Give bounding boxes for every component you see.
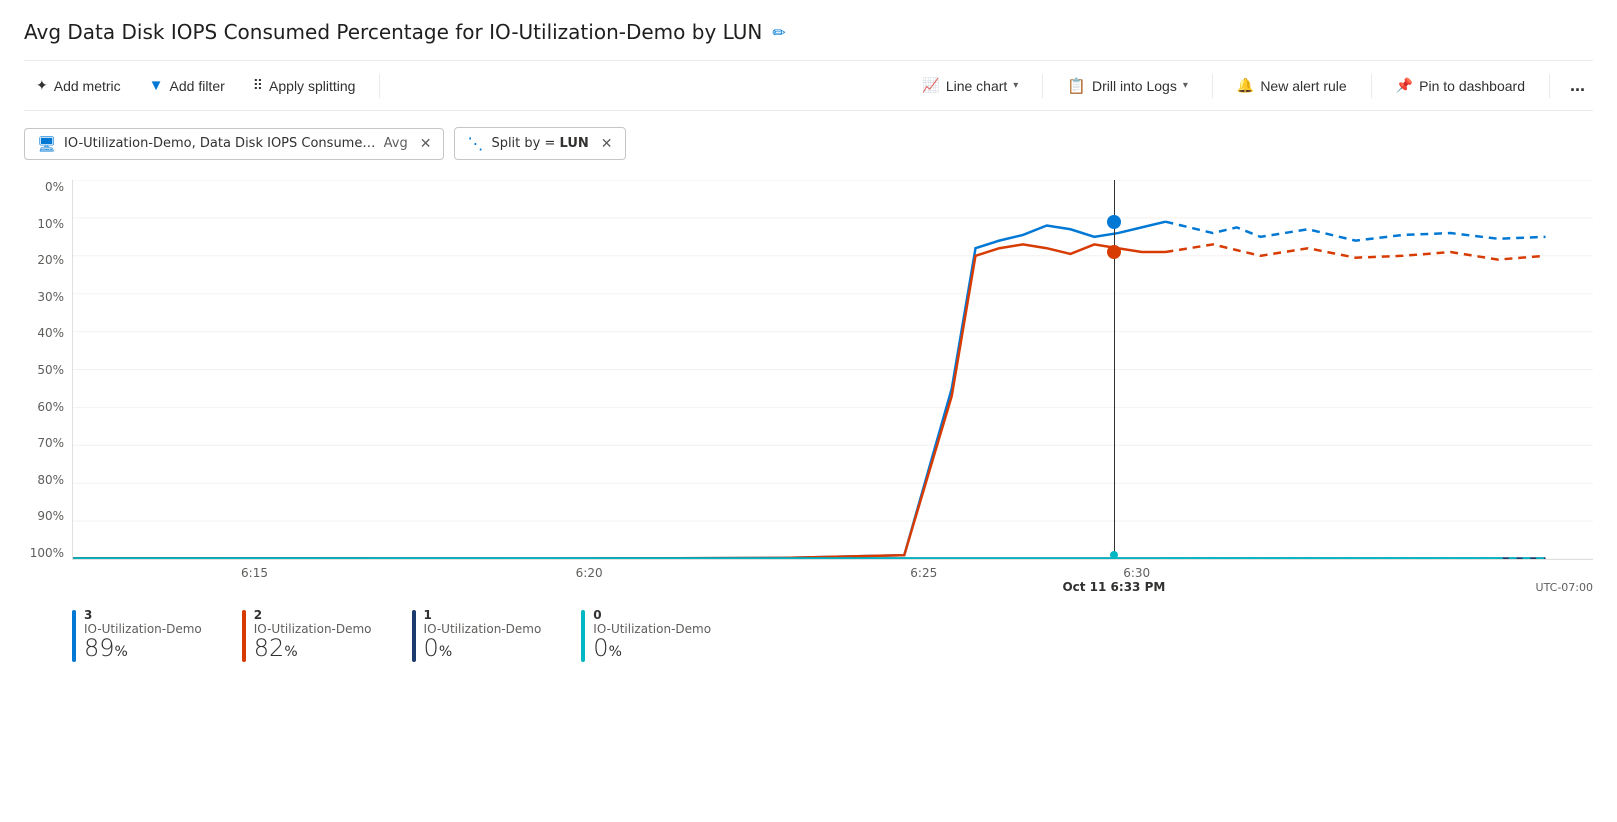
chart-container: 100% 90% 80% 70% 60% 50% 40% 30% 20% 10% 0% UTC-07… <box>24 180 1593 600</box>
y-axis-label: 40% <box>24 326 72 340</box>
y-axis-label: 80% <box>24 473 72 487</box>
new-alert-rule-button[interactable]: 🔔 New alert rule <box>1225 71 1359 100</box>
y-axis-label: 30% <box>24 290 72 304</box>
pin-to-dashboard-label: Pin to dashboard <box>1419 78 1525 94</box>
toolbar-right: 📈 Line chart ▾ 📋 Drill into Logs ▾ 🔔 New… <box>910 69 1593 102</box>
legend-item: 2 IO-Utilization-Demo 82% <box>242 608 372 662</box>
line-chart-icon: 📈 <box>922 77 939 94</box>
legend: 3 IO-Utilization-Demo 89% 2 IO-Utilizati… <box>24 608 1593 662</box>
y-axis: 100% 90% 80% 70% 60% 50% 40% 30% 20% 10% 0% <box>24 180 72 560</box>
line-chart-label: Line chart <box>946 78 1007 94</box>
legend-series-num: 1 <box>424 608 542 622</box>
legend-series-name: IO-Utilization-Demo <box>593 622 711 636</box>
y-axis-label: 90% <box>24 509 72 523</box>
pin-icon: 📌 <box>1396 77 1413 94</box>
toolbar-divider-4 <box>1371 74 1372 98</box>
drill-into-logs-label: Drill into Logs <box>1092 78 1177 94</box>
apply-splitting-label: Apply splitting <box>269 78 355 94</box>
split-chip-close[interactable]: ✕ <box>601 136 613 152</box>
legend-series-num: 0 <box>593 608 711 622</box>
toolbar-divider-1 <box>379 74 380 98</box>
metric-chip-text: IO-Utilization-Demo, Data Disk IOPS Cons… <box>64 136 408 151</box>
edit-icon[interactable]: ✏ <box>772 23 785 42</box>
more-icon: ... <box>1570 75 1585 96</box>
legend-color-bar <box>242 610 246 662</box>
chevron-down-icon: ▾ <box>1013 80 1018 91</box>
legend-unit: % <box>439 644 452 660</box>
legend-series-value: 89% <box>84 636 202 660</box>
add-filter-button[interactable]: ▼ Add filter <box>137 71 237 100</box>
page-title-text: Avg Data Disk IOPS Consumed Percentage f… <box>24 20 762 44</box>
legend-color-bar <box>72 610 76 662</box>
y-axis-label: 60% <box>24 400 72 414</box>
alert-icon: 🔔 <box>1237 77 1254 94</box>
legend-series-num: 3 <box>84 608 202 622</box>
y-axis-label: 0% <box>24 180 72 194</box>
add-filter-icon: ▼ <box>149 77 164 94</box>
y-axis-label: 50% <box>24 363 72 377</box>
more-options-button[interactable]: ... <box>1562 69 1593 102</box>
legend-series-value: 0% <box>593 636 711 660</box>
cursor-time-label: Oct 11 6:33 PM <box>1062 580 1165 594</box>
utc-label: UTC-07:00 <box>1536 581 1593 594</box>
apply-splitting-icon: ⠿ <box>253 77 263 94</box>
add-metric-label: Add metric <box>54 78 121 94</box>
legend-info: 2 IO-Utilization-Demo 82% <box>254 608 372 660</box>
x-axis-label: 6:20 <box>576 566 603 580</box>
line-chart-button[interactable]: 📈 Line chart ▾ <box>910 71 1030 100</box>
legend-item: 3 IO-Utilization-Demo 89% <box>72 608 202 662</box>
legend-unit: % <box>284 644 297 660</box>
x-axis: UTC-07:00 6:15 6:20 6:25 6:30Oct 11 6:33 PM <box>72 560 1593 600</box>
chevron-down-icon-2: ▾ <box>1183 80 1188 91</box>
metric-filter-chip[interactable]: 🖥 IO-Utilization-Demo, Data Disk IOPS Co… <box>24 128 444 160</box>
toolbar-divider-2 <box>1042 74 1043 98</box>
tooltip-dot-blue <box>1107 215 1121 229</box>
legend-info: 1 IO-Utilization-Demo 0% <box>424 608 542 660</box>
filter-bar: 🖥 IO-Utilization-Demo, Data Disk IOPS Co… <box>24 127 1593 160</box>
split-icon: ⋱ <box>467 134 483 153</box>
x-axis-label: 6:15 <box>241 566 268 580</box>
legend-info: 0 IO-Utilization-Demo 0% <box>593 608 711 660</box>
legend-color-bar <box>581 610 585 662</box>
tooltip-dot-orange <box>1107 245 1121 259</box>
legend-series-num: 2 <box>254 608 372 622</box>
toolbar-divider-5 <box>1549 74 1550 98</box>
chart-svg <box>73 180 1593 559</box>
split-chip-text: Split by = LUN <box>491 136 588 151</box>
legend-info: 3 IO-Utilization-Demo 89% <box>84 608 202 660</box>
metric-chip-close[interactable]: ✕ <box>420 136 432 152</box>
legend-unit: % <box>609 644 622 660</box>
legend-color-bar <box>412 610 416 662</box>
legend-item: 1 IO-Utilization-Demo 0% <box>412 608 542 662</box>
y-axis-label: 70% <box>24 436 72 450</box>
x-axis-label: 6:30 <box>1123 566 1150 580</box>
drill-into-logs-button[interactable]: 📋 Drill into Logs ▾ <box>1055 71 1200 101</box>
pin-to-dashboard-button[interactable]: 📌 Pin to dashboard <box>1384 71 1537 100</box>
add-metric-button[interactable]: ✦ Add metric <box>24 71 133 100</box>
add-filter-label: Add filter <box>170 78 225 94</box>
y-axis-label: 100% <box>24 546 72 560</box>
drill-logs-icon: 📋 <box>1067 77 1086 95</box>
y-axis-label: 10% <box>24 217 72 231</box>
legend-series-name: IO-Utilization-Demo <box>424 622 542 636</box>
new-alert-rule-label: New alert rule <box>1260 78 1346 94</box>
legend-series-value: 82% <box>254 636 372 660</box>
chart-plot <box>72 180 1593 560</box>
legend-unit: % <box>115 644 128 660</box>
toolbar: ✦ Add metric ▼ Add filter ⠿ Apply splitt… <box>24 60 1593 111</box>
legend-item: 0 IO-Utilization-Demo 0% <box>581 608 711 662</box>
y-axis-label: 20% <box>24 253 72 267</box>
chart-area: 100%90%80%70%60%50%40%30%20%10%0% UTC-07… <box>24 180 1593 662</box>
add-metric-icon: ✦ <box>36 77 48 94</box>
split-filter-chip[interactable]: ⋱ Split by = LUN ✕ <box>454 127 625 160</box>
tooltip-dot-teal <box>1110 551 1118 559</box>
page-title: Avg Data Disk IOPS Consumed Percentage f… <box>24 20 1593 44</box>
x-axis-label: 6:25 <box>910 566 937 580</box>
toolbar-divider-3 <box>1212 74 1213 98</box>
apply-splitting-button[interactable]: ⠿ Apply splitting <box>241 71 368 100</box>
monitor-icon: 🖥 <box>37 135 56 153</box>
legend-series-value: 0% <box>424 636 542 660</box>
